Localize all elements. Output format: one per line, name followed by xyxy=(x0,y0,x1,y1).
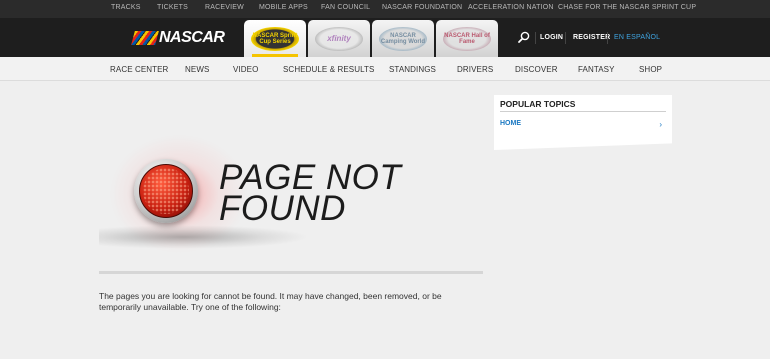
series-tab-sprint-cup[interactable]: NASCAR Sprint Cup Series xyxy=(244,20,306,57)
sprint-cup-logo: NASCAR Sprint Cup Series xyxy=(251,26,299,51)
hall-of-fame-logo: NASCAR Hall of Fame xyxy=(443,26,491,51)
nav-race-center[interactable]: RACE CENTER xyxy=(110,65,168,74)
topbar-link-chase[interactable]: CHASE FOR THE NASCAR SPRINT CUP xyxy=(558,4,696,11)
xfinity-series-logo: xfinity xyxy=(315,26,363,51)
login-link[interactable]: LOGIN xyxy=(540,34,563,41)
red-warning-light-icon xyxy=(134,159,198,223)
nascar-logo[interactable]: NASCAR xyxy=(131,28,225,48)
error-hero: PAGE NOT FOUND xyxy=(99,134,429,254)
popular-topics-panel: POPULAR TOPICS HOME › xyxy=(494,95,672,150)
content-divider xyxy=(99,271,483,274)
register-link[interactable]: REGISTER xyxy=(573,34,610,41)
sidebar-item-home[interactable]: HOME › xyxy=(500,120,666,130)
site-header: NASCAR NASCAR Sprint Cup Series xfinity … xyxy=(0,18,770,57)
header-divider xyxy=(535,32,536,44)
series-tab-hall-of-fame[interactable]: NASCAR Hall of Fame xyxy=(436,20,498,57)
nav-schedule-results[interactable]: SCHEDULE & RESULTS xyxy=(283,65,374,74)
topbar-link-fan-council[interactable]: FAN COUNCIL xyxy=(321,4,370,11)
nascar-logo-stripes-icon xyxy=(131,31,159,45)
topbar-link-tickets[interactable]: TICKETS xyxy=(157,4,188,11)
error-message: The pages you are looking for cannot be … xyxy=(99,291,442,312)
topbar-link-tracks[interactable]: TRACKS xyxy=(111,4,141,11)
series-tab-camping-world[interactable]: NASCAR Camping World xyxy=(372,20,434,57)
error-title: PAGE NOT FOUND xyxy=(219,158,402,228)
chevron-right-icon: › xyxy=(659,120,662,129)
magnifier-icon[interactable] xyxy=(517,31,531,44)
language-link[interactable]: EN ESPAÑOL xyxy=(614,34,660,41)
topbar-link-raceview[interactable]: RACEVIEW xyxy=(205,4,244,11)
nav-news[interactable]: NEWS xyxy=(185,65,209,74)
topbar-link-nascar-foundation[interactable]: NASCAR FOUNDATION xyxy=(382,4,462,11)
sidebar-heading: POPULAR TOPICS xyxy=(500,99,576,109)
header-divider xyxy=(565,32,566,44)
nav-fantasy[interactable]: FANTASY xyxy=(578,65,615,74)
header-divider xyxy=(607,32,608,44)
sidebar-divider xyxy=(500,111,666,112)
nav-video[interactable]: VIDEO xyxy=(233,65,258,74)
hero-shadow xyxy=(99,225,309,249)
camping-world-series-logo: NASCAR Camping World xyxy=(379,26,427,51)
nav-shop[interactable]: SHOP xyxy=(639,65,662,74)
light-lens xyxy=(139,164,193,218)
topbar-link-mobile-apps[interactable]: MOBILE APPS xyxy=(259,4,308,11)
nav-drivers[interactable]: DRIVERS xyxy=(457,65,493,74)
utility-bar: TRACKS TICKETS RACEVIEW MOBILE APPS FAN … xyxy=(0,0,770,18)
sidebar-item-label: HOME xyxy=(500,120,521,127)
nav-standings[interactable]: STANDINGS xyxy=(389,65,436,74)
logo-text: NASCAR xyxy=(159,29,225,46)
main-navigation: RACE CENTER NEWS VIDEO SCHEDULE & RESULT… xyxy=(0,57,770,81)
nav-discover[interactable]: DISCOVER xyxy=(515,65,558,74)
topbar-link-acceleration-nation[interactable]: ACCELERATION NATION xyxy=(468,4,554,11)
series-tab-xfinity[interactable]: xfinity xyxy=(308,20,370,57)
